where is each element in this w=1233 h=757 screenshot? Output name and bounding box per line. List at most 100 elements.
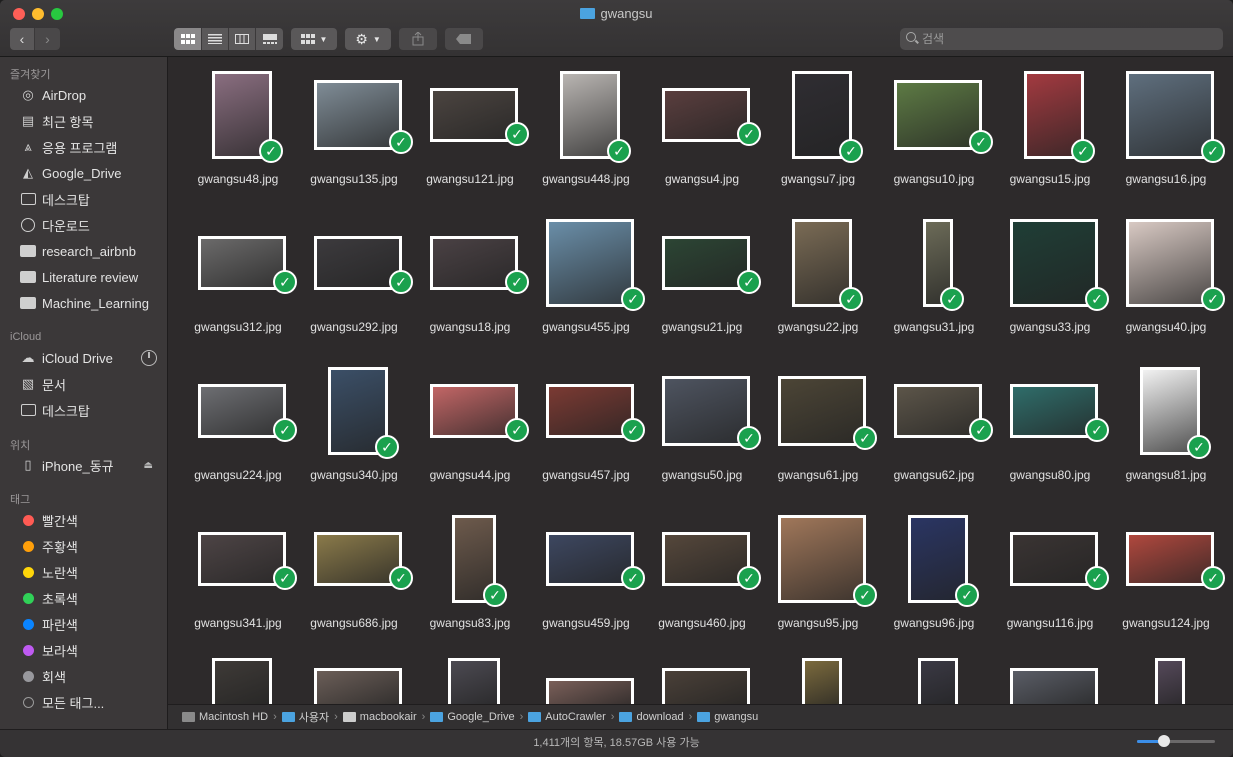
chevron-down-icon: ▼	[372, 34, 381, 44]
file-item[interactable]: ✓ gwangsu340.jpg	[296, 365, 412, 513]
file-item[interactable]: ✓ gwangsu292.jpg	[296, 217, 413, 365]
sidebar-item[interactable]: 다운로드	[0, 213, 167, 237]
sidebar-section-heading: 즐겨찾기	[10, 69, 51, 81]
file-item[interactable]: ✓ gwangsu10.jpg	[876, 69, 993, 217]
sidebar-item-label: Machine_Learning	[42, 295, 149, 311]
file-item[interactable]: ✓ gwangsu448.jpg	[528, 69, 644, 217]
path-segment[interactable]: AutoCrawler	[528, 711, 606, 723]
file-item[interactable]: ✓ gwangsu31.jpg	[876, 217, 992, 365]
file-item[interactable]: ✓ gwangsu95.jpg	[760, 513, 877, 661]
sidebar-item[interactable]: Literature review	[0, 265, 167, 289]
file-item[interactable]: ✓ gwangsu312.jpg	[180, 217, 297, 365]
group-by-button[interactable]: ▼	[291, 28, 337, 50]
sidebar-item[interactable]: ▤ 최근 항목	[0, 109, 167, 133]
file-item[interactable]: ✓ gwangsu81.jpg	[1108, 365, 1224, 513]
sidebar-item[interactable]: ▯ iPhone_동규 ⏏	[0, 453, 167, 477]
file-item[interactable]: ✓ gwangsu83.jpg	[412, 513, 528, 661]
file-item[interactable]: ✓ gwangsu44.jpg	[412, 365, 529, 513]
image-thumbnail[interactable]	[662, 668, 750, 704]
sidebar-item-label: iCloud Drive	[42, 350, 113, 366]
column-view-button[interactable]	[229, 28, 256, 50]
path-segment[interactable]: macbookair	[342, 711, 417, 723]
gallery-view-button[interactable]	[256, 28, 283, 50]
thumbnail-image	[433, 239, 515, 287]
path-segment-label: AutoCrawler	[545, 711, 606, 723]
sidebar-item[interactable]: ☁ iCloud Drive	[0, 346, 167, 370]
file-item[interactable]: ✓ gwangsu62.jpg	[876, 365, 993, 513]
action-menu-button[interactable]: ⚙ ▼	[345, 28, 391, 50]
path-segment[interactable]: download	[619, 711, 684, 723]
image-thumbnail[interactable]	[1155, 658, 1185, 704]
sidebar-item[interactable]: 보라색	[0, 638, 167, 662]
file-item[interactable]: ✓ gwangsu21.jpg	[644, 217, 761, 365]
folder-shape	[20, 297, 36, 309]
sidebar-item[interactable]: research_airbnb	[0, 239, 167, 263]
path-segment[interactable]: 사용자	[281, 709, 330, 725]
sidebar-item[interactable]: ▧ 문서	[0, 372, 167, 396]
sidebar-item[interactable]: 주황색	[0, 534, 167, 558]
eject-icon[interactable]: ⏏	[144, 460, 153, 471]
forward-button[interactable]: ›	[35, 28, 60, 50]
sidebar-item[interactable]: ⩓ 응용 프로그램	[0, 135, 167, 159]
sidebar-item[interactable]: 데스크탑	[0, 398, 167, 422]
sidebar-item[interactable]: 회색	[0, 664, 167, 688]
file-item[interactable]: ✓ gwangsu455.jpg	[528, 217, 645, 365]
synced-checkmark-icon: ✓	[853, 583, 877, 607]
image-thumbnail[interactable]	[918, 658, 958, 704]
icon-view-button[interactable]	[174, 28, 202, 50]
file-item[interactable]: ✓ gwangsu686.jpg	[296, 513, 413, 661]
file-item[interactable]: ✓ gwangsu96.jpg	[876, 513, 992, 661]
synced-checkmark-icon: ✓	[737, 270, 761, 294]
thumbnail-image	[549, 222, 631, 304]
file-item[interactable]: ✓ gwangsu124.jpg	[1108, 513, 1225, 661]
back-button[interactable]: ‹	[10, 28, 35, 50]
sidebar-item[interactable]: 파란색	[0, 612, 167, 636]
image-thumbnail[interactable]	[448, 658, 500, 704]
sidebar-item[interactable]: 모든 태그...	[0, 690, 167, 714]
thumbnail-image	[1129, 535, 1211, 583]
list-view-button[interactable]	[202, 28, 229, 50]
file-item[interactable]: ✓ gwangsu116.jpg	[992, 513, 1109, 661]
sidebar-item-label: 데스크탑	[42, 192, 90, 208]
file-item[interactable]: ✓ gwangsu7.jpg	[760, 69, 876, 217]
file-item[interactable]: ✓ gwangsu15.jpg	[992, 69, 1108, 217]
file-item[interactable]: ✓ gwangsu341.jpg	[180, 513, 297, 661]
path-segment[interactable]: Google_Drive	[430, 711, 515, 723]
path-segment-label: 사용자	[298, 712, 330, 724]
file-item[interactable]: ✓ gwangsu61.jpg	[760, 365, 877, 513]
file-item[interactable]: ✓ gwangsu33.jpg	[992, 217, 1109, 365]
path-segment[interactable]: Macintosh HD	[182, 711, 268, 723]
file-item[interactable]: ✓ gwangsu18.jpg	[412, 217, 529, 365]
sidebar-item[interactable]: 빨간색	[0, 508, 167, 532]
file-item[interactable]: ✓ gwangsu16.jpg	[1108, 69, 1225, 217]
image-thumbnail[interactable]	[314, 668, 402, 704]
sidebar-item[interactable]: 데스크탑	[0, 187, 167, 211]
sidebar-item[interactable]: 초록색	[0, 586, 167, 610]
path-segment-label: download	[636, 711, 684, 723]
file-item[interactable]: ✓ gwangsu40.jpg	[1108, 217, 1225, 365]
file-item[interactable]: ✓ gwangsu457.jpg	[528, 365, 645, 513]
file-item[interactable]: ✓ gwangsu135.jpg	[296, 69, 413, 217]
file-item[interactable]: ✓ gwangsu48.jpg	[180, 69, 296, 217]
sidebar-item[interactable]: ◎ AirDrop	[0, 83, 167, 107]
file-item[interactable]: ✓ gwangsu459.jpg	[528, 513, 645, 661]
edit-tags-button[interactable]	[445, 28, 483, 50]
sidebar-item[interactable]: Machine_Learning	[0, 291, 167, 315]
file-item[interactable]: ✓ gwangsu50.jpg	[644, 365, 761, 513]
file-item[interactable]: ✓ gwangsu80.jpg	[992, 365, 1109, 513]
file-item[interactable]: ✓ gwangsu22.jpg	[760, 217, 876, 365]
iphone-icon: ▯	[24, 457, 32, 472]
image-thumbnail[interactable]	[802, 658, 842, 704]
image-thumbnail[interactable]	[1010, 668, 1098, 704]
file-item[interactable]: ✓ gwangsu460.jpg	[644, 513, 761, 661]
search-field[interactable]: 검색	[900, 28, 1223, 50]
share-button[interactable]	[399, 28, 437, 50]
file-item[interactable]: ✓ gwangsu121.jpg	[412, 69, 529, 217]
image-thumbnail[interactable]	[212, 658, 272, 704]
path-segment[interactable]: gwangsu	[697, 711, 758, 723]
image-thumbnail[interactable]	[546, 678, 634, 704]
file-item[interactable]: ✓ gwangsu4.jpg	[644, 69, 761, 217]
sidebar-item[interactable]: ◭ Google_Drive	[0, 161, 167, 185]
sidebar-item[interactable]: 노란색	[0, 560, 167, 584]
file-item[interactable]: ✓ gwangsu224.jpg	[180, 365, 297, 513]
